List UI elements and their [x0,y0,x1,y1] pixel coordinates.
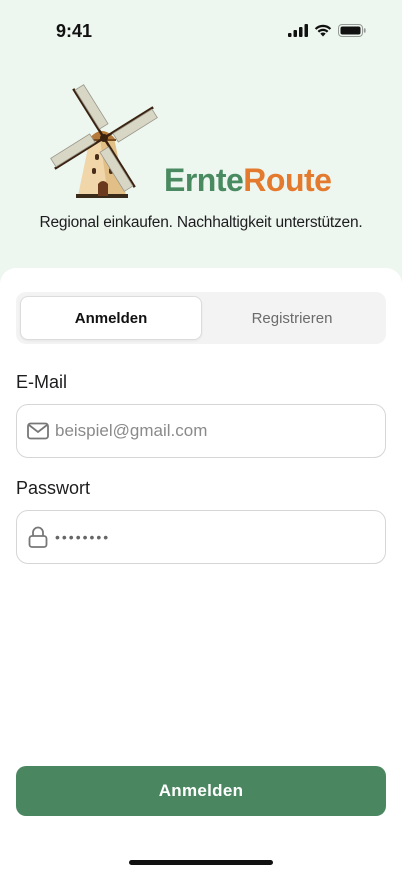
brand-wordmark: ErnteRoute [164,162,332,199]
logo: ErnteRoute [0,74,402,204]
hero-header: 9:41 ErnteRoute Regional einkaufen. Nach… [0,0,402,290]
lock-icon [27,526,49,548]
battery-icon [338,24,366,37]
brand-part-ernte: Ernte [164,162,244,198]
envelope-icon [27,420,49,442]
password-field[interactable]: •••••••• [16,510,386,564]
cellular-signal-icon [288,24,308,37]
email-label: E-Mail [16,372,68,392]
status-time: 9:41 [56,21,93,41]
home-indicator [129,860,273,865]
auth-tab-switcher: Anmelden Registrieren [16,292,386,344]
tab-anmelden[interactable]: Anmelden [20,296,202,340]
status-icons [288,24,366,37]
login-sheet: Anmelden Registrieren E-Mail Passwort ••… [0,268,402,874]
password-input[interactable]: •••••••• [55,529,110,545]
password-label: Passwort [16,478,91,498]
brand-part-route: Route [243,162,332,198]
tagline: Regional einkaufen. Nachhaltigkeit unter… [39,214,363,231]
email-input[interactable] [55,421,385,441]
login-button[interactable]: Anmelden [16,766,386,816]
tab-registrieren[interactable]: Registrieren [202,296,382,340]
windmill-icon [50,84,158,198]
email-field[interactable] [16,404,386,458]
status-bar: 9:41 [0,0,402,60]
wifi-icon [314,24,332,37]
